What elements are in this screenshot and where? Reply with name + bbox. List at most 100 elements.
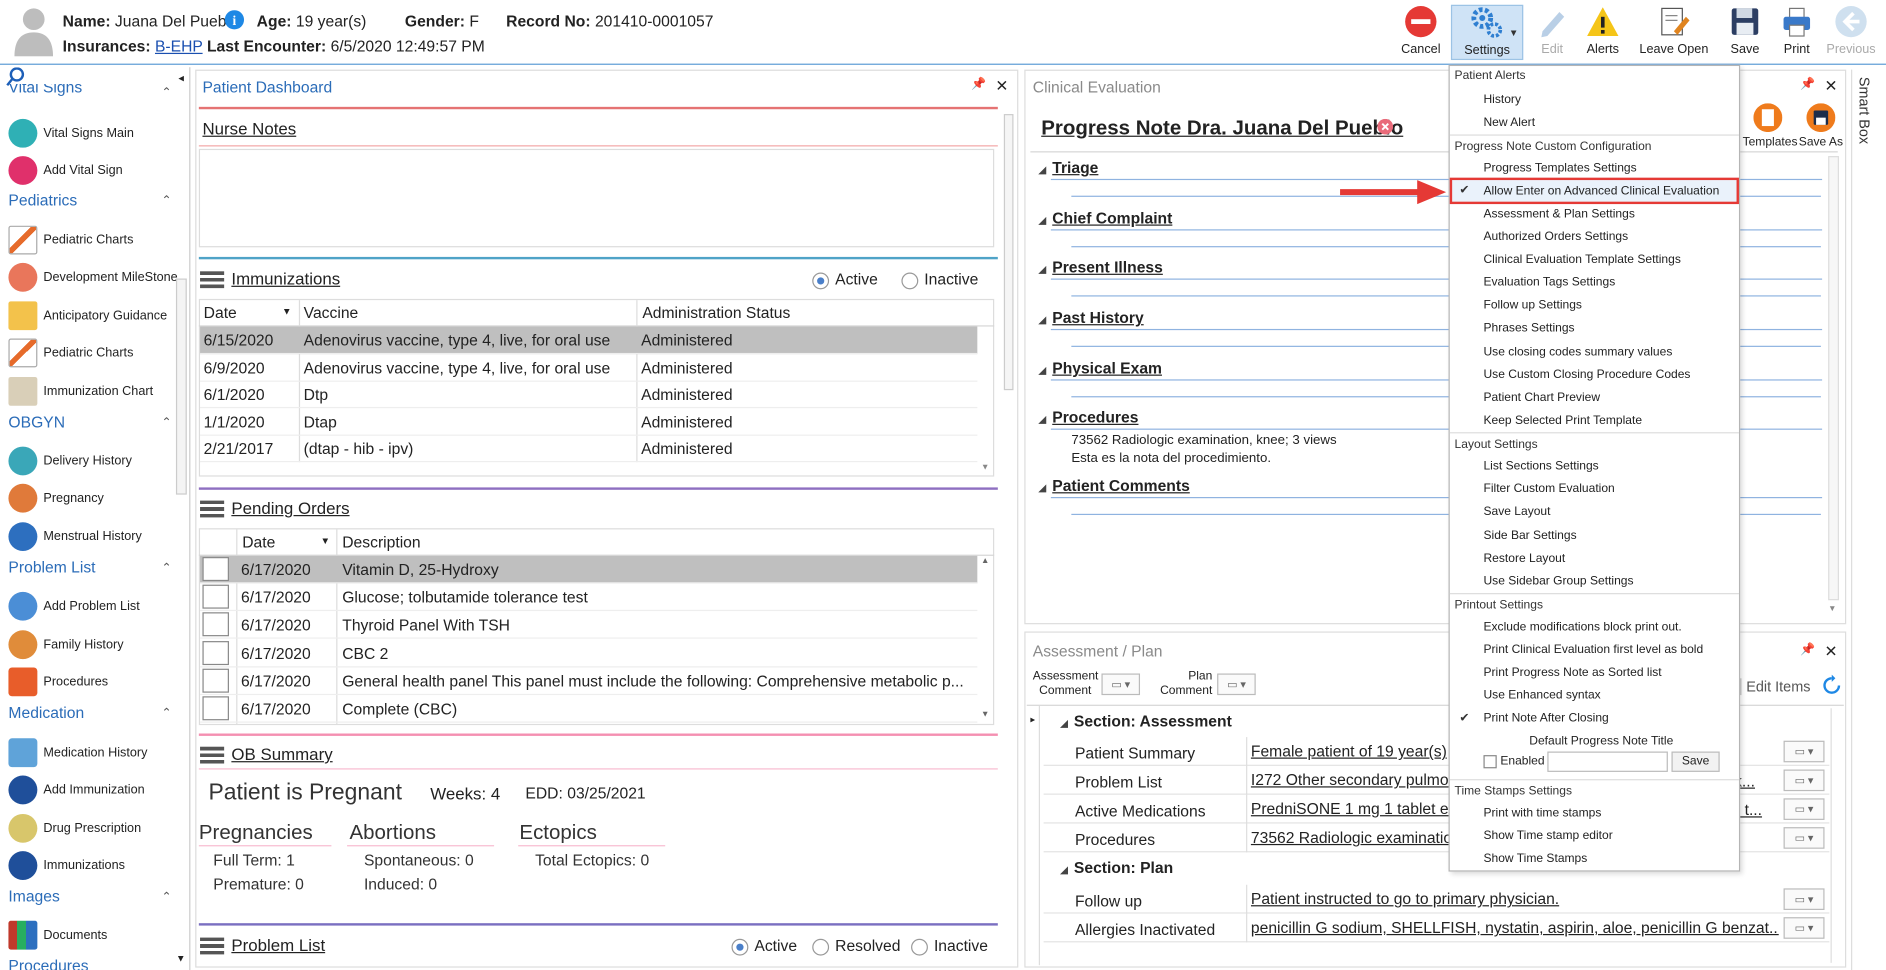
row-value[interactable]: I272 Other secondary pulmo xyxy=(1251,766,1449,794)
group-procedures[interactable]: Procedures xyxy=(8,957,88,970)
section-heading[interactable]: ◢ Present Illness xyxy=(1039,258,1163,276)
sidebar-item-add-problem-list[interactable]: Add Problem List xyxy=(8,589,186,623)
settings-button[interactable]: Settings ▼ xyxy=(1450,4,1524,61)
menu-icon[interactable] xyxy=(200,937,225,955)
chevron-up-icon[interactable]: ⌃ xyxy=(161,562,171,575)
menu-item-show-ts-editor[interactable]: Show Time stamp editor xyxy=(1483,830,1612,843)
menu-icon[interactable] xyxy=(200,747,225,764)
menu-item-side-bar[interactable]: Side Bar Settings xyxy=(1483,529,1576,542)
menu-item-print-bold[interactable]: Print Clinical Evaluation first level as… xyxy=(1483,643,1703,656)
menu-item-enhanced-syntax[interactable]: Use Enhanced syntax xyxy=(1483,689,1600,702)
section-heading[interactable]: ◢ Past History xyxy=(1039,309,1144,327)
table-row[interactable]: 6/9/2020 Adenovirus vaccine, type 4, liv… xyxy=(200,354,978,382)
smart-box-tab[interactable] xyxy=(1851,69,1884,970)
sort-icon[interactable]: ▼ xyxy=(282,306,292,317)
menu-item-progress-templates[interactable]: Progress Templates Settings xyxy=(1483,162,1636,175)
row-checkbox[interactable] xyxy=(202,584,229,609)
group-medication[interactable]: Medication xyxy=(8,703,84,721)
pin-icon[interactable]: 📌 xyxy=(971,78,986,91)
save-as-button[interactable]: Save As xyxy=(1796,103,1847,149)
sort-icon[interactable]: ▼ xyxy=(321,535,331,546)
menu-item-keep-print[interactable]: Keep Selected Print Template xyxy=(1483,414,1642,427)
section-heading[interactable]: ◢ Physical Exam xyxy=(1039,359,1162,377)
menu-item-cet-settings[interactable]: Clinical Evaluation Template Settings xyxy=(1483,253,1680,266)
sidebar-item-drug-prescription[interactable]: Drug Prescription xyxy=(8,812,186,846)
sidebar-item-pediatric-charts[interactable]: Pediatric Charts xyxy=(8,223,186,257)
sidebar-item-vital-signs-main[interactable]: Vital Signs Main xyxy=(8,116,186,150)
radio-active[interactable]: Active xyxy=(812,270,878,289)
table-row[interactable]: 1/1/2020 Dtap Administered xyxy=(200,408,978,436)
menu-item-restore-layout[interactable]: Restore Layout xyxy=(1483,552,1565,565)
section-heading[interactable]: ◢ Procedures xyxy=(1039,408,1139,426)
menu-item-custom-closing[interactable]: Use Custom Closing Procedure Codes xyxy=(1483,369,1690,382)
refresh-icon[interactable] xyxy=(1821,674,1843,697)
menu-item-save-layout[interactable]: Save Layout xyxy=(1483,505,1550,518)
row-value[interactable]: Patient instructed to go to primary phys… xyxy=(1251,885,1779,913)
close-icon[interactable]: ✕ xyxy=(995,77,1008,96)
chevron-up-icon[interactable]: ⌃ xyxy=(161,194,171,207)
col-date[interactable]: Date xyxy=(204,304,237,322)
section-heading[interactable]: ◢ Patient Comments xyxy=(1039,477,1190,495)
row-value[interactable]: penicillin G sodium, SHELLFISH, nystatin… xyxy=(1251,914,1779,942)
pin-icon[interactable]: 📌 xyxy=(1800,643,1815,656)
alerts-button[interactable]: Alerts xyxy=(1574,5,1632,60)
assessment-row[interactable]: Allergies Inactivated penicillin G sodiu… xyxy=(1043,913,1830,943)
previous-button[interactable]: Previous xyxy=(1822,5,1880,60)
chevron-up-icon[interactable]: ⌃ xyxy=(161,707,171,720)
insurance-link[interactable]: B-EHP xyxy=(155,37,203,55)
sidebar-item-pediatric-charts-2[interactable]: Pediatric Charts xyxy=(8,336,186,370)
row-dropdown[interactable]: ▭ ▾ xyxy=(1783,769,1825,792)
table-row[interactable]: 6/1/2020 Dtp Administered xyxy=(200,381,978,409)
chevron-up-icon[interactable]: ⌃ xyxy=(161,417,171,430)
group-obgyn[interactable]: OBGYN xyxy=(8,413,65,431)
section-plan[interactable]: ◢ Section: Plan xyxy=(1060,858,1173,876)
default-title-input[interactable] xyxy=(1547,751,1668,772)
sidebar-item-delivery-history[interactable]: Delivery History xyxy=(8,444,186,478)
table-row[interactable]: 6/17/2020 Complete (CBC) xyxy=(200,695,978,723)
menu-item-authorized-orders[interactable]: Authorized Orders Settings xyxy=(1483,230,1628,243)
menu-item-print-ts[interactable]: Print with time stamps xyxy=(1483,807,1601,820)
row-value[interactable]: 73562 Radiologic examinatio xyxy=(1251,824,1452,852)
row-checkbox[interactable] xyxy=(202,612,229,637)
group-pediatrics[interactable]: Pediatrics xyxy=(8,191,77,209)
chevron-up-icon[interactable]: ⌃ xyxy=(161,86,171,99)
sidebar-scrollbar[interactable] xyxy=(175,278,187,495)
radio-active[interactable]: Active xyxy=(731,936,797,956)
menu-item-filter-custom[interactable]: Filter Custom Evaluation xyxy=(1483,483,1614,496)
menu-item-list-sections[interactable]: List Sections Settings xyxy=(1483,460,1598,473)
menu-item-print-after-closing[interactable]: Print Note After Closing xyxy=(1483,712,1608,725)
scroll-down-icon[interactable]: ▼ xyxy=(1828,605,1836,613)
collapse-sidebar-icon[interactable]: ◂ xyxy=(178,72,183,85)
table-row[interactable]: 6/17/2020 CBC 2 xyxy=(200,639,978,667)
menu-item-show-ts[interactable]: Show Time Stamps xyxy=(1483,852,1587,865)
menu-item-assessment-plan[interactable]: Assessment & Plan Settings xyxy=(1483,208,1634,221)
close-icon[interactable]: ✕ xyxy=(1825,642,1838,661)
default-title-save-button[interactable]: Save xyxy=(1671,751,1720,772)
table-row[interactable]: 6/17/2020 General health panel This pane… xyxy=(200,667,978,695)
section-heading[interactable]: ◢ Triage xyxy=(1039,158,1099,176)
table-row[interactable]: 6/15/2020 Adenovirus vaccine, type 4, li… xyxy=(200,326,978,355)
sidebar-item-development-milestone[interactable]: Development MileStone xyxy=(8,261,186,295)
scroll-up-icon[interactable]: ▲ xyxy=(981,557,989,565)
scroll-down-icon[interactable]: ▼ xyxy=(176,953,186,964)
remove-title-icon[interactable] xyxy=(1377,118,1394,135)
section-assessment[interactable]: ◢ Section: Assessment xyxy=(1060,712,1231,730)
print-button[interactable]: Print xyxy=(1768,5,1826,60)
assessment-row[interactable]: Follow up Patient instructed to go to pr… xyxy=(1043,884,1830,914)
info-icon[interactable]: i xyxy=(224,10,245,30)
row-checkbox[interactable] xyxy=(202,557,229,582)
row-dropdown[interactable]: ▭ ▾ xyxy=(1783,740,1825,763)
edit-items-button[interactable]: Edit Items xyxy=(1740,678,1810,696)
edit-button[interactable]: Edit xyxy=(1523,5,1581,60)
table-row[interactable]: 2/21/2017 (dtap - hib - ipv) Administere… xyxy=(200,435,978,463)
group-vital-signs[interactable]: Vital Signs xyxy=(8,84,82,98)
section-heading[interactable]: ◢ Chief Complaint xyxy=(1039,209,1173,227)
sidebar-item-procedures[interactable]: Procedures xyxy=(8,665,186,699)
close-icon[interactable]: ✕ xyxy=(1825,77,1838,96)
menu-item-allow-enter[interactable]: Allow Enter on Advanced Clinical Evaluat… xyxy=(1483,185,1719,198)
table-row[interactable]: 6/17/2020 Thyroid Panel With TSH xyxy=(200,612,978,640)
row-checkbox[interactable] xyxy=(202,668,229,693)
sidebar-item-add-immunization[interactable]: Add Immunization xyxy=(8,773,186,807)
col-description[interactable]: Description xyxy=(342,533,420,551)
row-value[interactable]: PredniSONE 1 mg 1 tablet e xyxy=(1251,795,1449,823)
